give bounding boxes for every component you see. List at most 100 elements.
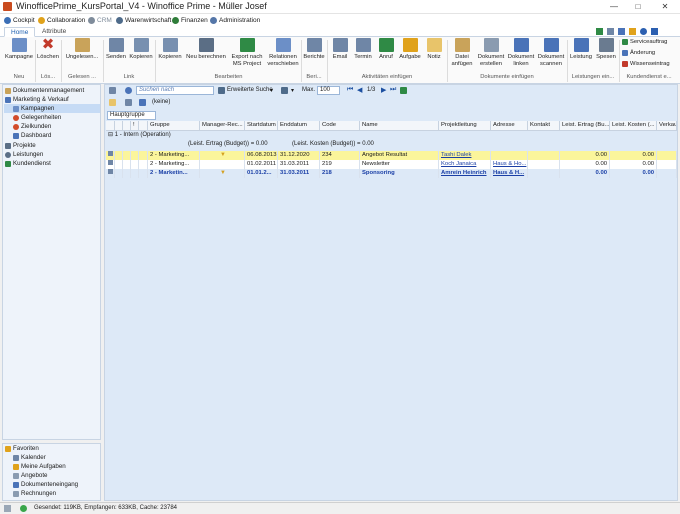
cell-adresse[interactable]: Haus & H... [491,169,528,178]
module-administration[interactable]: Administration [210,15,260,26]
new-kampagne-button[interactable]: Kampagne [4,38,34,61]
copy-button[interactable]: Kopieren [157,38,183,61]
email-button[interactable]: Email [329,38,351,61]
cell-projektleitung[interactable]: Amrein Heinrich [439,169,491,178]
note-button[interactable]: Notiz [424,38,444,61]
table-row[interactable]: 2 - Marketing... ▼ 06.08.2013 31.12.2020… [106,151,677,160]
move-relations-button[interactable]: Relationen verschieben [266,38,300,67]
cell-projektleitung[interactable]: Koch Janaica [439,160,491,169]
module-finanzen[interactable]: Finanzen [172,15,208,26]
col-leist-ertrag[interactable]: Leist. Ertrag (Bu... [560,121,610,131]
group-by-chip[interactable]: Hauptgruppe [107,111,156,120]
col-adresse[interactable]: Adresse [491,121,528,131]
col-code[interactable]: Code [320,121,360,131]
expenses-icon [598,38,614,52]
service-order-button[interactable]: Serviceauftrag [622,39,667,45]
folder-icon[interactable] [109,99,116,106]
toolbar-icon[interactable] [607,28,614,35]
col-gruppe[interactable]: Gruppe [148,121,200,131]
nav-dokumentenmanagement[interactable]: Dokumentenmanagement [5,86,84,95]
next-page-icon[interactable]: ▶ [381,86,386,94]
call-button[interactable]: Anruf [375,38,397,61]
module-cockpit[interactable]: Cockpit [4,15,35,26]
fav-rechnungen[interactable]: Rechnungen [13,489,56,498]
change-button[interactable]: Änderung [622,50,655,56]
col-verkauf[interactable]: Verkau [657,121,677,131]
nav-dashboard[interactable]: Dashboard [13,131,51,140]
cell-adresse[interactable]: Haus & Ho... [491,160,528,169]
col-kontakt[interactable]: Kontakt [528,121,560,131]
bell-icon[interactable] [629,28,636,35]
save-view-icon[interactable] [139,99,146,106]
max-input[interactable]: 100 [317,86,340,95]
nav-leistungen[interactable]: Leistungen [5,150,43,159]
col-projektleitung[interactable]: Projektleitung [439,121,491,131]
dropdown-arrow-icon[interactable]: ▾ [291,87,294,94]
relations-icon [275,38,291,52]
collapse-toggle-icon[interactable]: ⊟ [106,132,113,138]
recalculate-button[interactable]: Neu berechnen [186,38,226,61]
nav-gelegenheiten[interactable]: Gelegenheiten [13,113,61,122]
fav-meine-aufgaben[interactable]: Meine Aufgaben [13,462,66,471]
table-row[interactable]: 2 - Marketin... ▼ 01.01.2... 31.03.2011 … [106,169,677,178]
create-document-button[interactable]: Dokument erstellen [477,38,505,67]
cell-adresse[interactable] [491,151,528,160]
link-icon[interactable] [618,28,625,35]
nav-kampagnen[interactable]: Kampagnen [4,104,100,113]
calendar-icon [355,38,371,52]
filter-icon[interactable] [218,87,225,94]
collapse-ribbon-icon[interactable] [651,28,658,35]
module-collaboration[interactable]: Collaboration [38,15,85,26]
scan-document-button[interactable]: Dokument scannen [537,38,565,67]
search-icon[interactable] [125,87,132,94]
last-page-icon[interactable]: ⏭ [390,86,396,94]
prev-page-icon[interactable]: ◀ [357,86,362,94]
help-icon[interactable] [640,28,647,35]
nav-zielkunden[interactable]: Zielkunden [13,122,51,131]
fav-angebote[interactable]: Angebote [13,471,48,480]
module-warenwirtschaft[interactable]: Warenwirtschaft [116,15,171,26]
cell-kosten: 0.00 [610,151,657,160]
table-row[interactable]: 2 - Marketing... 01.02.2011 31.03.2011 2… [106,160,677,169]
expenses-button[interactable]: Spesen [595,38,617,61]
minimize-button[interactable]: — [603,0,625,13]
fav-kalender[interactable]: Kalender [13,453,46,462]
link-document-button[interactable]: Dokument linken [507,38,535,67]
unread-button[interactable]: Ungelesen... [63,38,101,61]
fav-dokumenteneingang[interactable]: Dokumenteneingang [13,480,78,489]
col-enddatum[interactable]: Enddatum [278,121,320,131]
tab-home[interactable]: Home [4,27,36,37]
knowledge-entry-button[interactable]: Wissenseintrag [622,61,670,67]
dropdown-arrow-icon[interactable]: ▾ [270,87,273,94]
export-ms-project-button[interactable]: Export nach MS Project [228,38,266,67]
nav-kundendienst[interactable]: Kundendienst [5,159,51,168]
send-link-button[interactable]: Senden [105,38,127,61]
nav-marketing-verkauf[interactable]: Marketing & Verkauf [5,95,69,104]
close-button[interactable]: ✕ [651,0,679,13]
maximize-button[interactable]: □ [627,0,649,13]
col-leist-kosten[interactable]: Leist. Kosten (... [610,121,657,131]
nav-projekte[interactable]: Projekte [5,141,36,150]
col-name[interactable]: Name [360,121,439,131]
group-row[interactable]: ⊟ 1 - Intern (Operation) [106,131,677,140]
search-toolbar: Suchen nach Erweiterte Suche ▾ ▾ Max. 10… [105,85,677,96]
copy-link-button[interactable]: Kopieren [129,38,153,61]
table-icon[interactable] [125,99,132,106]
module-crm[interactable]: CRM [88,15,112,26]
reports-button[interactable]: Berichte [303,38,325,61]
excel-icon[interactable] [596,28,603,35]
search-input[interactable]: Suchen nach [136,86,214,95]
delete-button[interactable]: ✖ Löschen [37,37,59,61]
service-button[interactable]: Leistung [569,38,593,61]
edit-icon[interactable] [109,87,116,94]
appointment-button[interactable]: Termin [352,38,374,61]
filter-funnel-icon[interactable] [281,87,288,94]
cell-projektleitung[interactable]: Tashi Dalek [439,151,491,160]
task-button[interactable]: Aufgabe [398,38,422,61]
attach-file-button[interactable]: Datei anfügen [449,38,475,67]
advanced-search-button[interactable]: Erweiterte Suche [227,87,273,93]
col-manager[interactable]: Manager-Rec... [200,121,245,131]
col-startdatum[interactable]: Startdatum [245,121,278,131]
excel-export-icon[interactable] [400,87,407,94]
first-page-icon[interactable]: ⏮ [347,86,353,94]
